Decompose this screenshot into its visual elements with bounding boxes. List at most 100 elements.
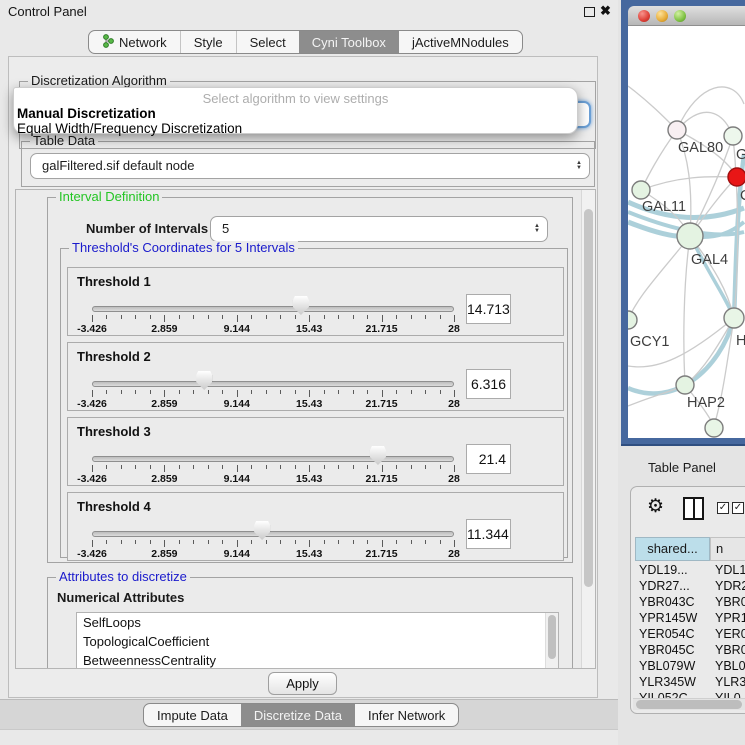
node-label: GAL80: [678, 140, 723, 156]
tab-discretize-data[interactable]: Discretize Data: [241, 704, 355, 726]
panel-title: Control Panel: [8, 4, 87, 19]
gear-icon[interactable]: ⚙: [647, 495, 664, 518]
slider-thumb[interactable]: [370, 446, 386, 465]
close-traffic-light-icon[interactable]: [638, 10, 650, 22]
attributes-group-title: Attributes to discretize: [56, 570, 190, 584]
table-row[interactable]: YBL079WYBL0: [631, 659, 745, 675]
numerical-attributes-list[interactable]: SelfLoopsTopologicalCoefficientBetweenne…: [76, 612, 559, 669]
number-of-intervals-combobox[interactable]: 5 ▲▼: [210, 216, 548, 242]
network-node-gal4[interactable]: [677, 223, 703, 249]
table-row[interactable]: YBR045CYBR0: [631, 643, 745, 659]
network-node-gcy1[interactable]: [628, 311, 637, 329]
apply-button[interactable]: Apply: [268, 672, 337, 695]
attribute-list-item[interactable]: TopologicalCoefficient: [77, 632, 558, 651]
threshold-value-field[interactable]: 6.316: [466, 369, 511, 399]
table-rows[interactable]: YDL19...YDL1YDR27...YDR2YBR043CYBR0YPR14…: [631, 563, 745, 698]
threshold-value-field[interactable]: 21.4: [466, 444, 511, 474]
tab-infer-network[interactable]: Infer Network: [355, 704, 458, 726]
column-header-name[interactable]: n: [710, 537, 745, 561]
threshold-box: Threshold 1 -3.4262.8599.14415.4321.7152…: [67, 267, 564, 336]
table-data-combobox[interactable]: galFiltered.sif default node ▲▼: [30, 153, 590, 179]
table-row[interactable]: YIL052CYIL0: [631, 691, 745, 698]
network-nodes[interactable]: [628, 121, 745, 437]
scrollbar-thumb[interactable]: [548, 615, 556, 659]
tab-network[interactable]: Network: [89, 31, 180, 53]
threshold-label: Threshold 3: [77, 424, 151, 439]
network-node-ga[interactable]: [724, 127, 742, 145]
tab-impute-data[interactable]: Impute Data: [144, 704, 241, 726]
table-row[interactable]: YER054CYER0: [631, 627, 745, 643]
table-row[interactable]: YLR345WYLR3: [631, 675, 745, 691]
table-row[interactable]: YDR27...YDR2: [631, 579, 745, 595]
numerical-attributes-label: Numerical Attributes: [57, 590, 184, 605]
network-canvas[interactable]: GAL80GACGAL11GAL4HGCY1HAP2: [628, 26, 745, 438]
slider-track[interactable]: [92, 456, 454, 462]
cyni-toolbox-panel: Discretization Algorithm Table Data galF…: [8, 56, 598, 698]
node-label: H: [736, 333, 745, 349]
node-label: C: [740, 188, 745, 204]
threshold-box: Threshold 2 -3.4262.8599.14415.4321.7152…: [67, 342, 564, 411]
slider-track[interactable]: [92, 531, 454, 537]
thresholds-group: Threshold's Coordinates for 5 Intervals …: [60, 248, 568, 558]
threshold-box: Threshold 3 -3.4262.8599.14415.4321.7152…: [67, 417, 564, 486]
table-panel-title: Table Panel: [648, 460, 716, 475]
combo-stepper-icon: ▲▼: [576, 161, 582, 171]
slider-tick-labels: -3.4262.8599.14415.4321.71528: [92, 323, 454, 335]
attributes-list-scrollbar[interactable]: [545, 613, 558, 669]
attribute-list-item[interactable]: SelfLoops: [77, 613, 558, 632]
scrollbar-thumb[interactable]: [636, 700, 742, 709]
control-panel: Control Panel ✖ Network Style Select Cyn…: [0, 0, 618, 745]
top-tab-bar: Network Style Select Cyni Toolbox jActiv…: [88, 30, 523, 54]
slider-track[interactable]: [92, 306, 454, 312]
interval-definition-group: Interval Definition Number of Intervals …: [47, 197, 573, 563]
minimize-traffic-light-icon[interactable]: [656, 10, 668, 22]
node-label: GAL11: [642, 199, 686, 215]
threshold-value-field[interactable]: 14.713: [466, 294, 511, 324]
tab-jactivemnodules[interactable]: jActiveMNodules: [399, 31, 522, 53]
table-row[interactable]: YBR043CYBR0: [631, 595, 745, 611]
tab-style[interactable]: Style: [180, 31, 236, 53]
table-row[interactable]: YDL19...YDL1: [631, 563, 745, 579]
slider-ticks: [92, 315, 454, 323]
tab-cyni-toolbox[interactable]: Cyni Toolbox: [299, 31, 399, 53]
table-horizontal-scrollbar[interactable]: [633, 698, 745, 710]
network-node[interactable]: [705, 419, 723, 437]
slider-thumb[interactable]: [196, 371, 212, 390]
slider-thumb[interactable]: [254, 521, 270, 540]
slider-ticks: [92, 390, 454, 398]
split-columns-icon[interactable]: [683, 497, 704, 520]
interval-definition-title: Interval Definition: [56, 190, 162, 204]
threshold-value-field[interactable]: 11.344: [466, 519, 511, 549]
network-node-h[interactable]: [724, 308, 744, 328]
scrollbar-thumb[interactable]: [584, 209, 593, 587]
settings-vertical-scrollbar[interactable]: [581, 190, 595, 668]
attribute-list-item[interactable]: BetweennessCentrality: [77, 651, 558, 669]
dropdown-option-manual-discretization[interactable]: Manual Discretization: [17, 106, 156, 121]
zoom-traffic-light-icon[interactable]: [674, 10, 686, 22]
close-icon[interactable]: ✖: [600, 3, 611, 19]
network-node-hap2[interactable]: [676, 376, 694, 394]
node-label: HAP2: [687, 395, 725, 411]
slider-track[interactable]: [92, 381, 454, 387]
column-header-shared-name[interactable]: shared...: [635, 537, 710, 561]
network-view-window: GAL80GACGAL11GAL4HGCY1HAP2: [621, 0, 745, 446]
node-label: GAL4: [691, 252, 728, 268]
network-node-gal80[interactable]: [668, 121, 686, 139]
threshold-label: Threshold 4: [77, 499, 151, 514]
network-icon: [102, 34, 114, 51]
tab-select[interactable]: Select: [236, 31, 299, 53]
combo-stepper-icon: ▲▼: [534, 224, 540, 234]
settings-scroll-area: Interval Definition Number of Intervals …: [15, 189, 596, 669]
table-data-group: Table Data galFiltered.sif default node …: [21, 141, 595, 187]
attributes-group: Attributes to discretize Numerical Attri…: [47, 577, 573, 669]
network-node-c[interactable]: [728, 168, 745, 186]
table-row[interactable]: YPR145WYPR1: [631, 611, 745, 627]
checked-checkbox-icon[interactable]: ✓: [717, 502, 729, 514]
checked-checkbox-icon[interactable]: ✓: [732, 502, 744, 514]
network-window-titlebar[interactable]: [628, 6, 745, 26]
slider-thumb[interactable]: [293, 296, 309, 315]
network-node-gal11[interactable]: [632, 181, 650, 199]
float-window-icon[interactable]: [584, 7, 595, 17]
dropdown-option-equal-width-frequency[interactable]: Equal Width/Frequency Discretization: [17, 121, 242, 136]
slider-ticks: [92, 540, 454, 548]
